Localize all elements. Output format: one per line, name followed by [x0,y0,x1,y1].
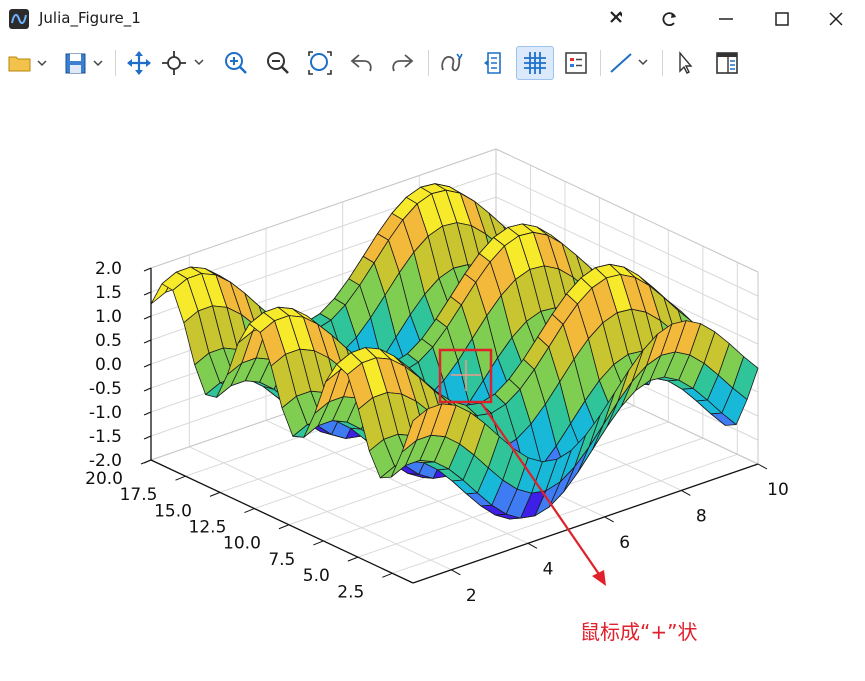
redo-icon[interactable] [385,46,419,80]
z-tick [143,315,152,320]
z-tick [143,411,152,416]
x-tick [527,542,538,549]
z-tick [143,339,152,344]
y-tick-label: 2.5 [337,582,364,602]
refresh-icon[interactable] [650,4,690,34]
save-icon[interactable] [60,46,106,80]
toolbar-separator [115,50,116,76]
zoom-out-icon[interactable] [261,46,295,80]
z-tick-label: 0.0 [95,355,122,375]
z-tick-label: -1.5 [89,427,122,447]
z-tick-label: 1.0 [95,307,122,327]
x-tick [604,516,614,523]
y-tick [347,556,359,562]
zoom-in-icon[interactable] [219,46,253,80]
z-tick-label: 0.5 [95,331,122,351]
line-style-icon[interactable] [606,46,654,80]
z-tick [143,267,152,272]
grid-icon[interactable] [516,46,554,80]
z-tick-label: 2.0 [95,259,122,279]
x-tick [757,463,768,470]
y-tick-label: 12.5 [189,518,227,538]
y-tick-label: 17.5 [120,485,158,505]
z-tick-label: 1.5 [95,283,122,303]
y-tick-label: 7.5 [268,550,295,570]
x-tick-label: 2 [466,586,477,606]
y-tick [209,491,221,497]
y-tick [175,475,186,481]
x-tick-label: 6 [619,533,630,553]
z-tick-label: -2.0 [89,451,122,471]
y-tick-label: 20.0 [85,469,123,489]
legend-icon[interactable] [559,46,593,80]
z-tick [143,291,152,296]
x-tick-label: 4 [543,559,554,579]
maximize-icon[interactable] [762,4,802,34]
window-title: Julia_Figure_1 [39,9,141,27]
z-tick-label: -0.5 [89,379,122,399]
title-bar: Julia_Figure_1 [0,0,865,38]
x-tick-label: 10 [767,480,789,500]
x-tick-label: 8 [696,506,707,526]
minimize-icon[interactable] [706,4,746,34]
y-tick-label: 15.0 [154,501,192,521]
rotate-icon[interactable] [434,46,468,80]
x-tick [681,490,691,496]
undo-icon[interactable] [345,46,379,80]
plot-area[interactable]: -2.0 -1.5 -1.0 -0.5 0.0 0.5 1.0 1.5 2.0 2.5 5.0 7.5… [0,88,865,681]
pin-icon[interactable] [596,4,636,34]
y-tick [313,540,324,546]
y-tick-label: 5.0 [303,566,330,586]
z-tick-label: -1.0 [89,403,122,423]
y-tick [244,508,255,514]
pan-icon[interactable] [122,46,156,80]
surface-plot[interactable]: -2.0 -1.5 -1.0 -0.5 0.0 0.5 1.0 1.5 2.0 2.5 5.0 7.5… [0,88,865,681]
close-icon[interactable] [816,4,856,34]
y-tick [382,572,393,578]
open-folder-icon[interactable] [4,46,50,80]
data-cursor-icon[interactable] [476,46,510,80]
y-tick [278,524,290,530]
zoom-cursor-icon[interactable] [160,46,208,80]
z-tick [143,387,152,392]
julia-app-icon [9,9,29,29]
zoom-fit-icon[interactable] [303,46,337,80]
select-icon[interactable] [668,46,702,80]
toolbar-separator [662,50,663,76]
y-tick-label: 10.0 [223,534,261,554]
z-tick [143,363,152,368]
x-tick [451,569,461,576]
z-tick [143,435,152,440]
panel-icon[interactable] [710,46,744,80]
toolbar-separator [600,50,601,76]
y-tick [140,459,152,465]
annotation-label: 鼠标成“+”状 [580,620,698,644]
toolbar [0,40,865,88]
toolbar-separator [428,50,429,76]
